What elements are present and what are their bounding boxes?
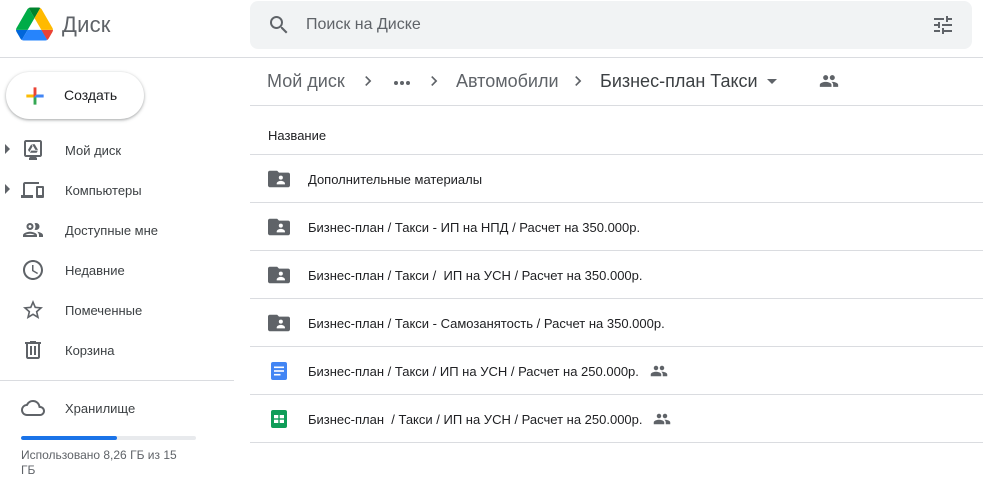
clock-icon: [23, 260, 43, 280]
shared-folder-people-icon: [819, 75, 839, 87]
expand-arrow-icon[interactable]: [5, 184, 10, 194]
sidebar-item-label: Корзина: [65, 343, 115, 358]
sidebar-item-label: Мой диск: [65, 143, 122, 158]
file-list-header: Название: [250, 107, 983, 155]
file-name: Бизнес-план / Такси / ИП на УСН / Расчет…: [308, 268, 643, 283]
sidebar-item-label: Недавние: [65, 263, 125, 278]
storage-label: Хранилище: [65, 401, 136, 416]
expand-arrow-icon[interactable]: [5, 144, 10, 154]
sidebar-item-label: Помеченные: [65, 303, 143, 318]
file-name: Дополнительные материалы: [308, 172, 483, 187]
create-button-label: Создать: [64, 87, 118, 103]
breadcrumb-cars[interactable]: Автомобили: [456, 71, 559, 92]
search-bar: [250, 1, 972, 49]
file-row[interactable]: Бизнес-план / Такси - ИП на НПД / Расчет…: [250, 203, 983, 251]
file-row[interactable]: Бизнес-план / Такси / ИП на УСН / Расчет…: [250, 251, 983, 299]
storage-usage-fill: [21, 436, 118, 440]
computers-icon: [21, 182, 44, 198]
sidebar-item-my-drive[interactable]: Мой диск: [0, 130, 240, 170]
sidebar-item-label: Доступные мне: [65, 223, 159, 238]
sidebar-item-storage[interactable]: Хранилище: [0, 388, 240, 428]
plus-icon: [26, 87, 44, 105]
sidebar-item-shared-with-me[interactable]: Доступные мне: [0, 210, 240, 250]
chevron-right-icon: [575, 76, 582, 86]
sidebar-item-label: Компьютеры: [65, 183, 142, 198]
shared-folder-icon: [268, 314, 290, 332]
file-list: Название Дополнительные материалы Бизнес…: [250, 107, 983, 443]
breadcrumb: Мой диск Автомобили Бизнес-план Такси: [250, 58, 983, 106]
shared-folder-icon: [268, 170, 290, 188]
sidebar-item-recent[interactable]: Недавние: [0, 250, 240, 290]
chevron-right-icon: [365, 76, 372, 86]
storage-usage-text: Использовано 8,26 ГБ из 15 ГБ: [21, 448, 177, 477]
sidebar-item-trash[interactable]: Корзина: [0, 330, 240, 370]
create-button[interactable]: Создать: [6, 72, 144, 119]
search-icon[interactable]: [267, 13, 291, 37]
shared-folder-icon: [268, 266, 290, 284]
sidebar-divider: [0, 380, 234, 381]
file-name: Бизнес-план / Такси / ИП на УСН / Расчет…: [308, 412, 643, 427]
google-sheets-icon: [271, 410, 287, 428]
chevron-right-icon: [431, 76, 438, 86]
shared-people-icon: [23, 223, 43, 237]
app-name: Диск: [62, 12, 111, 37]
drive-app: Диск Создать Мой диск: [0, 0, 983, 482]
star-icon: [23, 300, 43, 319]
more-horizontal-icon[interactable]: [390, 73, 414, 93]
breadcrumb-current-folder[interactable]: Бизнес-план Такси: [600, 71, 758, 92]
sidebar-nav: Мой диск Компьютеры Доступные мне Недавн…: [0, 130, 240, 370]
file-row[interactable]: Дополнительные материалы: [250, 155, 983, 203]
google-docs-icon: [271, 362, 287, 380]
breadcrumb-my-drive[interactable]: Мой диск: [267, 71, 345, 92]
trash-icon: [25, 341, 41, 359]
sidebar-item-computers[interactable]: Компьютеры: [0, 170, 240, 210]
shared-people-icon: [650, 365, 668, 377]
file-row[interactable]: Бизнес-план / Такси / ИП на УСН / Расчет…: [250, 395, 983, 443]
my-drive-icon: [24, 140, 42, 160]
file-row[interactable]: Бизнес-план / Такси - Самозанятость / Ра…: [250, 299, 983, 347]
file-name: Бизнес-план / Такси / ИП на УСН / Расчет…: [308, 364, 639, 379]
shared-people-icon: [653, 413, 671, 425]
search-input[interactable]: [306, 1, 906, 49]
storage-usage-bar: [21, 436, 196, 440]
sidebar-item-starred[interactable]: Помеченные: [0, 290, 240, 330]
top-bar: Диск: [0, 0, 983, 58]
shared-folder-icon: [268, 218, 290, 236]
column-header-name[interactable]: Название: [268, 128, 326, 143]
search-options-icon[interactable]: [931, 13, 955, 37]
file-row[interactable]: Бизнес-план / Такси / ИП на УСН / Расчет…: [250, 347, 983, 395]
file-name: Бизнес-план / Такси - Самозанятость / Ра…: [308, 316, 665, 331]
folder-menu-dropdown-icon[interactable]: [767, 79, 777, 84]
drive-logo-icon[interactable]: [16, 7, 53, 41]
cloud-icon: [21, 400, 45, 416]
file-name: Бизнес-план / Такси - ИП на НПД / Расчет…: [308, 220, 641, 235]
